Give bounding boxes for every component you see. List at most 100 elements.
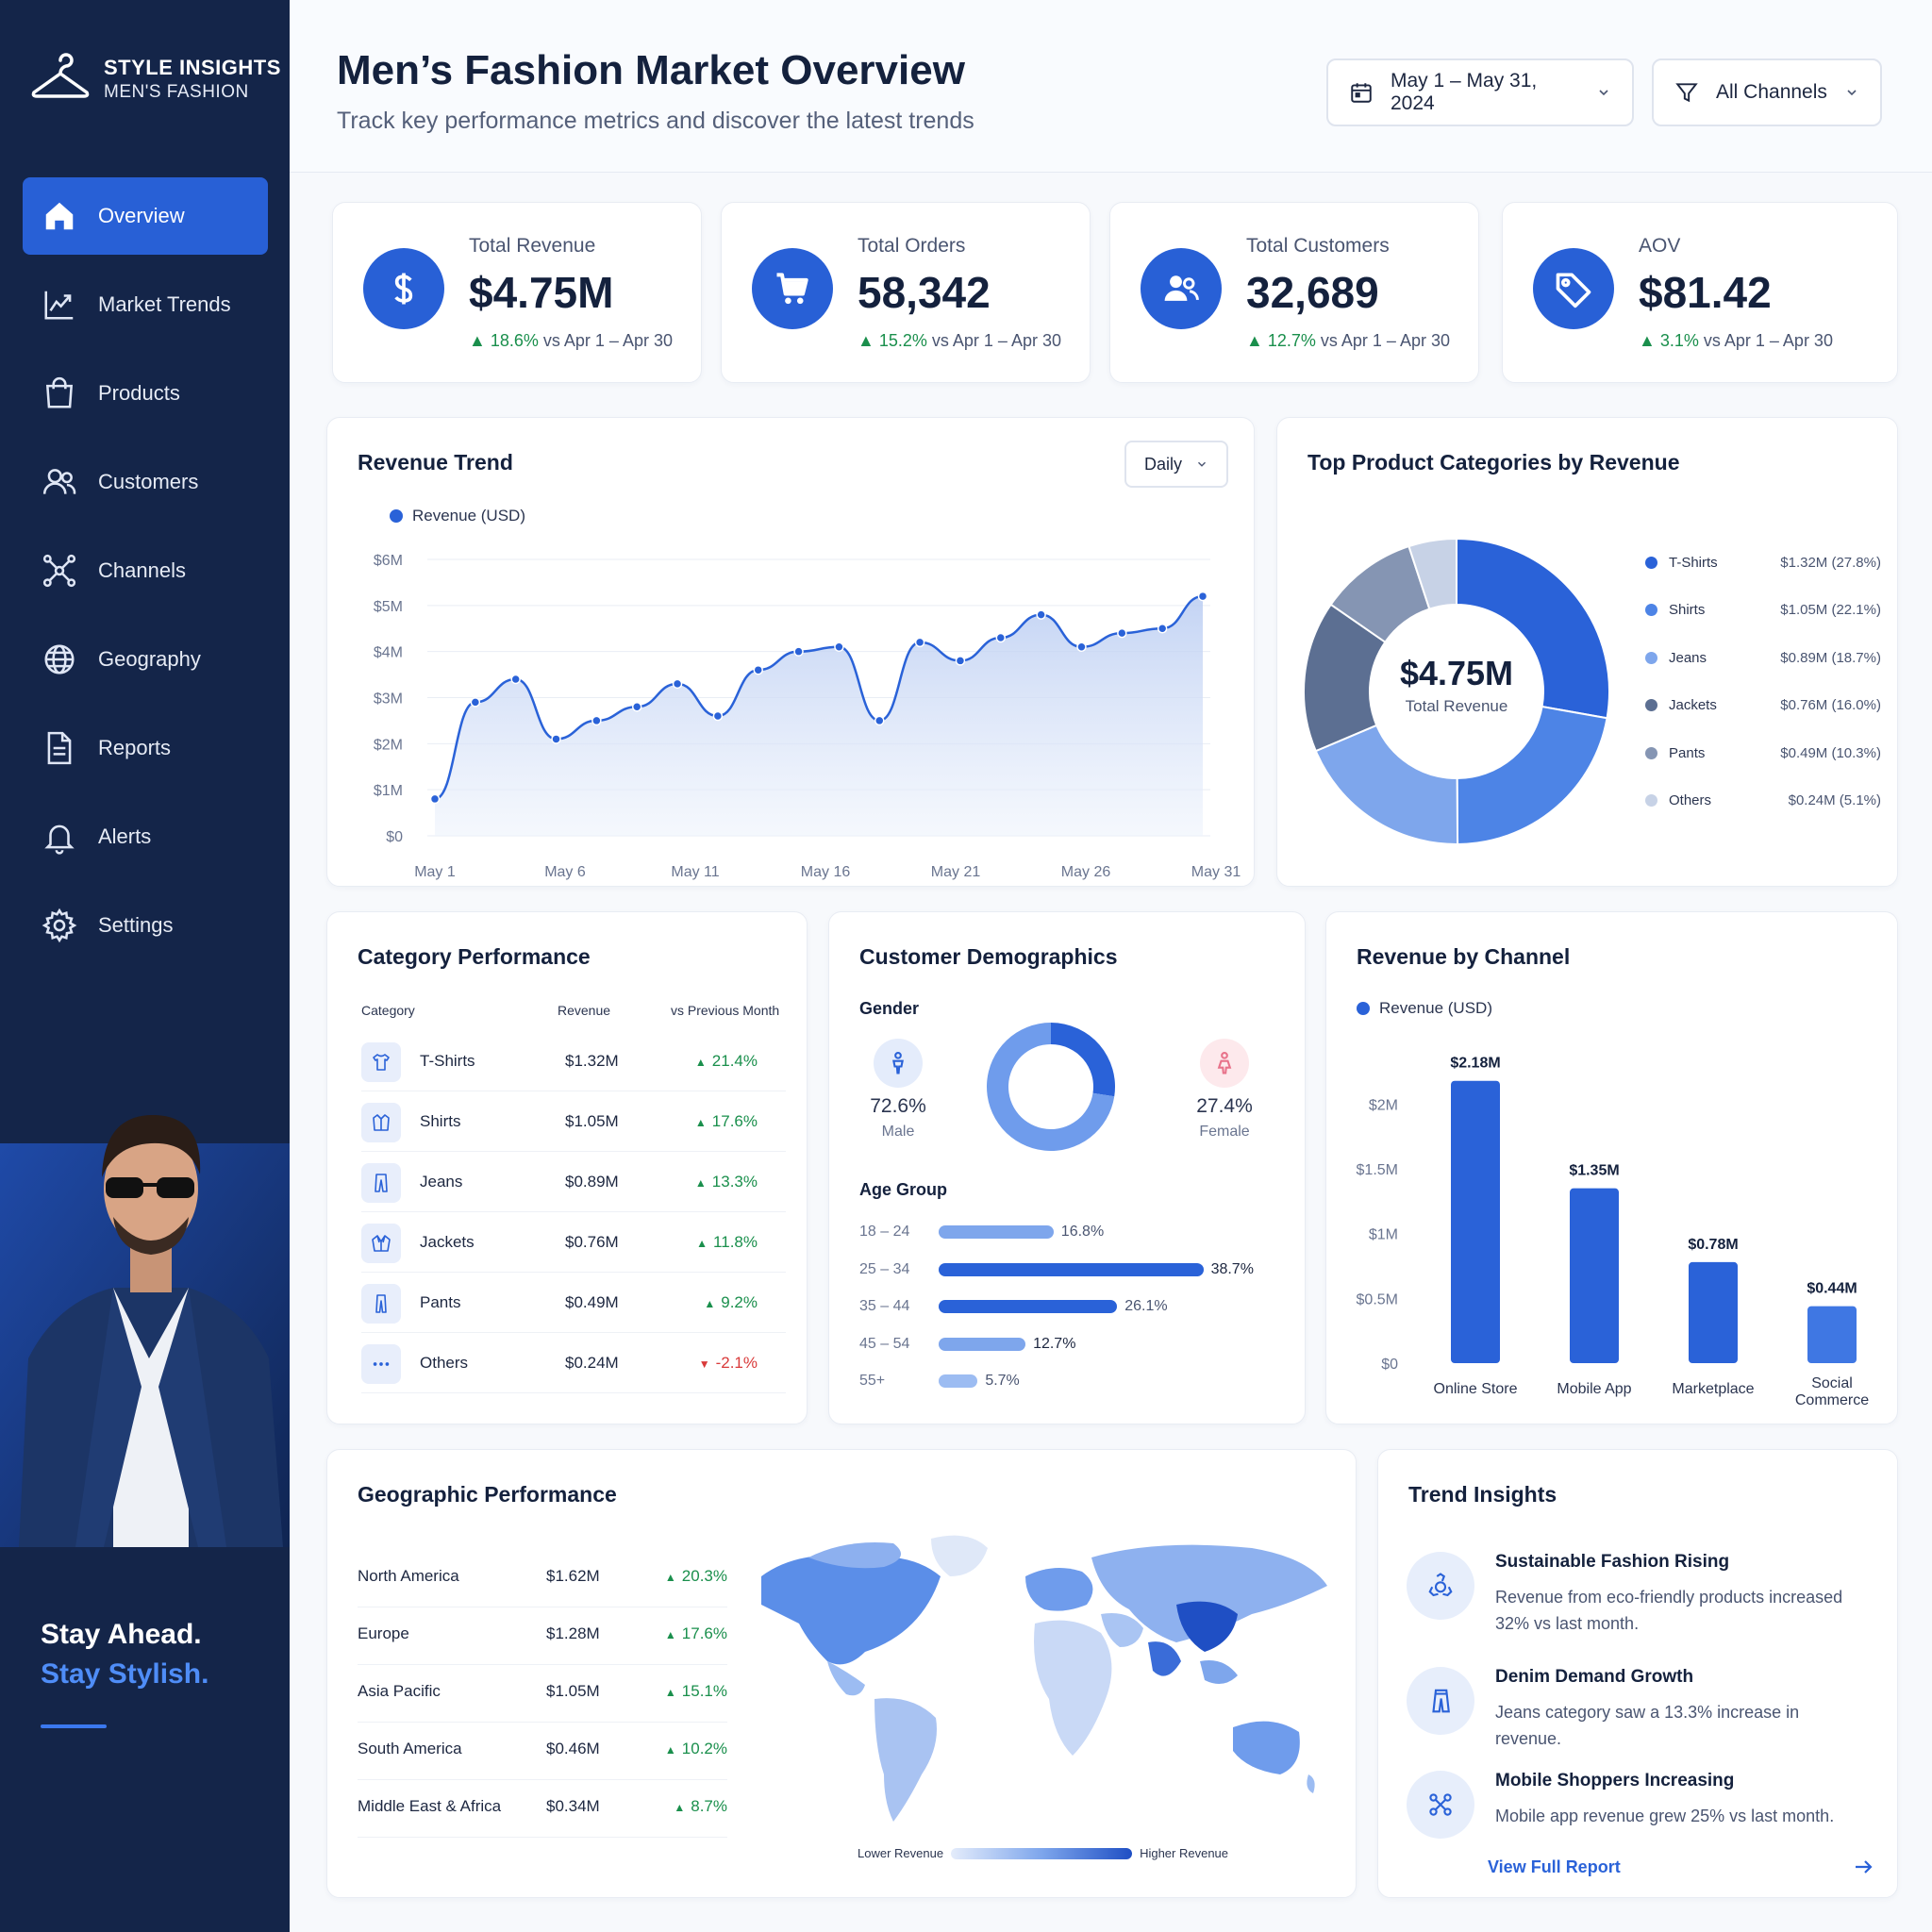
data-point (1036, 609, 1046, 620)
bar-value-label: $1.35M (1569, 1163, 1619, 1179)
data-point (631, 702, 642, 712)
category-performance-title: Category Performance (358, 944, 591, 969)
date-range-picker[interactable]: May 1 – May 31, 2024 (1326, 58, 1634, 126)
table-row[interactable]: Jeans $0.89M ▲ 13.3% (361, 1152, 786, 1212)
age-percent: 16.8% (1060, 1224, 1105, 1240)
date-range-value: May 1 – May 31, 2024 (1391, 70, 1538, 114)
series-area (435, 596, 1203, 836)
sidebar-item-label: Market Trends (98, 292, 231, 316)
change-value: 10.2% (681, 1740, 727, 1757)
sidebar-item-reports[interactable]: Reports (23, 709, 268, 787)
legend-label: Jeans (1669, 649, 1707, 666)
shirt-icon (361, 1103, 401, 1142)
region-change: ▲ 10.2% (665, 1740, 727, 1758)
gender-donut-chart (987, 1023, 1115, 1151)
region-revenue: $1.05M (546, 1682, 600, 1700)
category-change: ▲ 17.6% (695, 1112, 758, 1131)
page-title: Men’s Fashion Market Overview (337, 47, 965, 93)
x-tick-label: Social Commerce (1795, 1375, 1869, 1408)
legend-item: Others $0.24M (5.1%) (1645, 777, 1881, 825)
table-row[interactable]: Shirts $1.05M ▲ 17.6% (361, 1091, 786, 1152)
sidebar-item-label: Products (98, 381, 180, 405)
female-label: Female (1199, 1124, 1250, 1140)
denim-icon (1407, 1667, 1474, 1735)
x-tick-label: May 21 (931, 864, 981, 880)
insight-text: Mobile app revenue grew 25% vs last mont… (1495, 1807, 1835, 1825)
change-value: 9.2% (721, 1293, 758, 1311)
data-point (551, 734, 561, 744)
jeans-icon (361, 1163, 401, 1203)
sidebar-item-label: Overview (98, 204, 185, 227)
region-row[interactable]: Middle East & Africa $0.34M ▲ 8.7% (358, 1780, 727, 1838)
bag-icon (45, 376, 74, 408)
change-value: 15.1% (681, 1682, 727, 1700)
y-tick-label: $3M (374, 691, 403, 708)
region-row[interactable]: Europe $1.28M ▲ 17.6% (358, 1607, 727, 1665)
region-row[interactable]: North America $1.62M ▲ 20.3% (358, 1550, 727, 1607)
y-tick-label: $1M (374, 783, 403, 799)
world-map (761, 1535, 1327, 1822)
revenue-trend-chart: $0 $1M $2M $3M $4M $5M $6M May 1 May 6 May 11 May … (374, 553, 1241, 880)
table-row[interactable]: Jackets $0.76M ▲ 11.8% (361, 1212, 786, 1273)
table-row[interactable]: Others $0.24M ▼ -2.1% (361, 1333, 786, 1393)
sidebar-item-alerts[interactable]: Alerts (23, 798, 268, 875)
insight-text: Revenue from eco-friendly products incre… (1495, 1588, 1843, 1633)
donut-center-value: $4.75M (1399, 654, 1514, 692)
mobile-icon (1407, 1771, 1474, 1839)
x-tick-label: May 16 (801, 864, 851, 880)
data-point (955, 656, 966, 666)
bar-value-label: $0.44M (1807, 1281, 1857, 1297)
kpi-label: Total Customers (1246, 235, 1390, 257)
arrow-up-icon: ▲ (704, 1297, 716, 1310)
sidebar-item-customers[interactable]: Customers (23, 443, 268, 521)
data-point (1117, 627, 1127, 639)
legend-value: $1.32M (27.8%) (1780, 554, 1881, 571)
arrow-up-icon: ▲ (664, 1686, 676, 1699)
insight-text: Jeans category saw a 13.3% increase in r… (1495, 1703, 1800, 1748)
table-row[interactable]: T-Shirts $1.32M ▲ 21.4% (361, 1031, 786, 1091)
male-icon (874, 1039, 923, 1088)
kpi-delta: ▲ 12.7% vs Apr 1 – Apr 30 (1246, 331, 1450, 350)
insights-title: Trend Insights (1408, 1482, 1557, 1507)
kpi-compare: vs Apr 1 – Apr 30 (542, 331, 673, 350)
sidebar-item-market-trends[interactable]: Market Trends (23, 266, 268, 343)
region-row[interactable]: Asia Pacific $1.05M ▲ 15.1% (358, 1665, 727, 1723)
data-point (470, 697, 481, 708)
age-bar (939, 1374, 978, 1388)
sidebar-item-overview[interactable]: Overview (23, 177, 268, 255)
data-point (672, 678, 683, 690)
table-row[interactable]: Pants $0.49M ▲ 9.2% (361, 1273, 786, 1333)
sidebar-item-label: Settings (98, 913, 174, 937)
x-tick-label: May 26 (1061, 864, 1111, 880)
region-change: ▲ 8.7% (674, 1797, 727, 1816)
sidebar-item-label: Alerts (98, 824, 152, 848)
channel-filter[interactable]: All Channels (1652, 58, 1882, 126)
pants-icon (361, 1284, 401, 1324)
kpi-value: 32,689 (1246, 268, 1379, 317)
view-full-report-link[interactable]: View Full Report (1488, 1856, 1874, 1878)
category-name: Pants (420, 1293, 461, 1311)
region-revenue: $1.62M (546, 1567, 600, 1585)
legend-value: $0.24M (5.1%) (1788, 792, 1881, 809)
category-revenue: $0.89M (565, 1173, 619, 1191)
region-row[interactable]: South America $0.46M ▲ 10.2% (358, 1723, 727, 1780)
customers-icon (1141, 248, 1222, 329)
age-percent: 12.7% (1033, 1335, 1076, 1352)
sidebar: STYLE INSIGHTS MEN'S FASHION Overview Ma… (0, 0, 290, 1932)
legend-swatch (1645, 794, 1657, 808)
category-revenue: $1.32M (565, 1052, 619, 1070)
arrow-up-icon: ▲ (664, 1571, 676, 1584)
dollar-icon (363, 248, 444, 329)
sidebar-item-label: Reports (98, 736, 172, 759)
legend-label: Others (1669, 792, 1712, 809)
revenue-trend-card: Revenue Trend Daily Revenue (USD) $0 $1M $… (326, 417, 1255, 887)
x-tick-label: May 1 (414, 864, 456, 880)
sidebar-item-geography[interactable]: Geography (23, 621, 268, 698)
demographics-title: Customer Demographics (859, 944, 1118, 969)
gear-icon (42, 908, 77, 943)
document-icon (47, 731, 72, 765)
sidebar-item-products[interactable]: Products (23, 355, 268, 432)
column-header-revenue: Revenue (558, 1003, 611, 1018)
sidebar-item-channels[interactable]: Channels (23, 532, 268, 609)
sidebar-item-settings[interactable]: Settings (23, 887, 268, 964)
